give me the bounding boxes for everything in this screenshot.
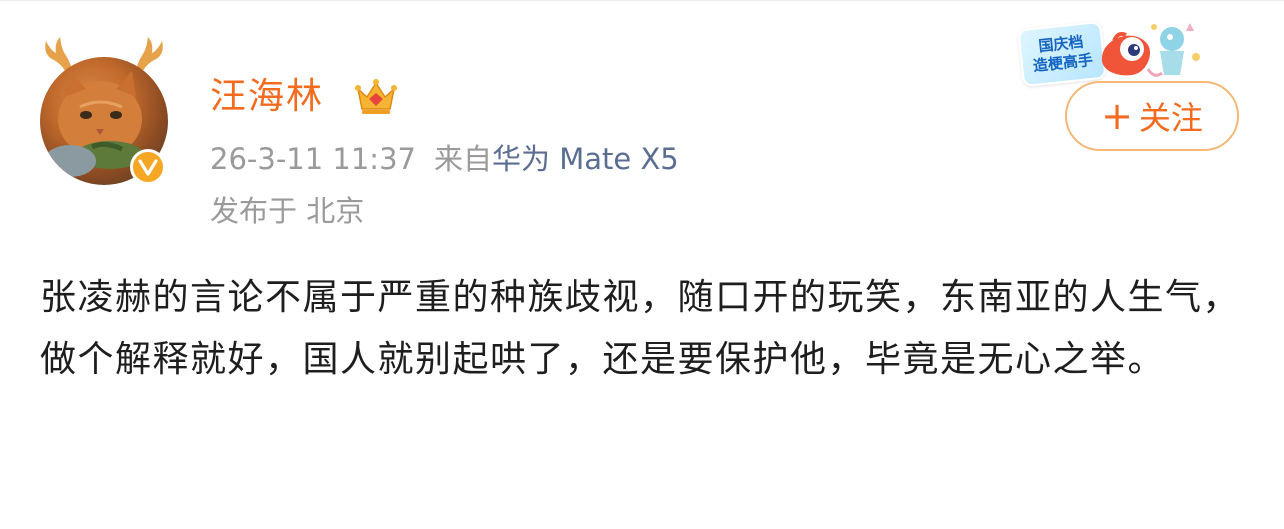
post-location: 发布于 北京 <box>210 194 365 228</box>
post-meta: 26-3-11 11:37 来自华为 Mate X5 <box>210 139 679 179</box>
crown-icon <box>355 79 397 114</box>
event-badge-label: 国庆档 造梗高手 <box>1017 20 1107 88</box>
source-prefix: 来自 <box>433 142 492 176</box>
avatar-container[interactable] <box>38 35 178 195</box>
timestamp: 26-3-11 11:37 <box>210 142 416 176</box>
author-name[interactable]: 汪海林 <box>210 71 324 123</box>
verified-badge-icon <box>130 149 166 185</box>
weibo-post: 汪海林 26-3-11 11:37 来自华为 Mate X5 发布于 北京 国庆档… <box>0 0 1284 529</box>
device-link[interactable]: 华为 Mate X5 <box>492 142 679 176</box>
plus-icon: + <box>1101 94 1133 138</box>
follow-button[interactable]: + 关注 <box>1065 81 1239 151</box>
post-content: 张凌赫的言论不属于严重的种族歧视，随口开的玩笑，东南亚的人生气，做个解释就好，国… <box>40 277 1241 380</box>
mascot-icon <box>1101 23 1200 77</box>
event-badge[interactable]: 国庆档 造梗高手 <box>1012 15 1212 88</box>
follow-label: 关注 <box>1138 99 1203 137</box>
